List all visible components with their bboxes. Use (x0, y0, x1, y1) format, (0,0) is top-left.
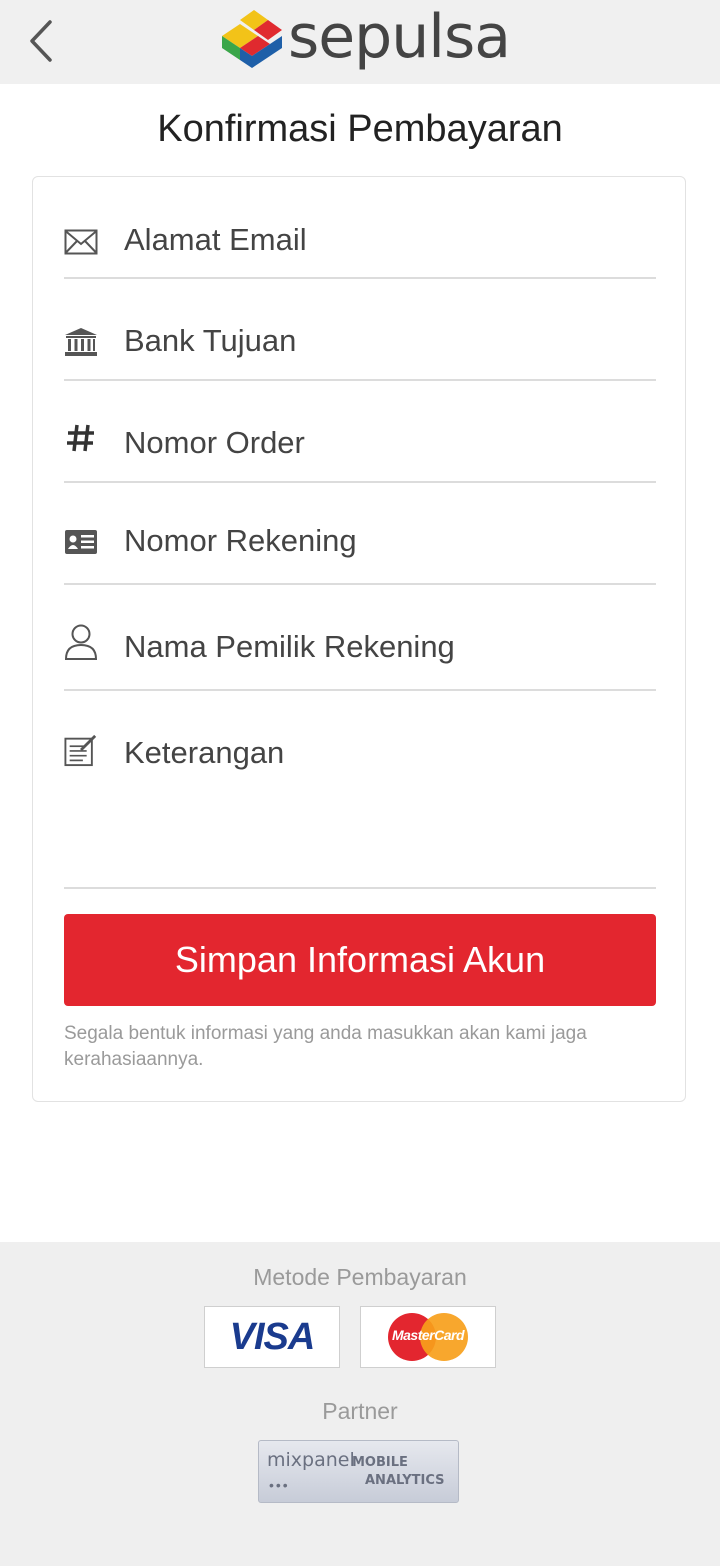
top-bar: sepulsa (0, 0, 720, 84)
visa-logo-text: VISA (229, 1315, 316, 1358)
save-account-info-button[interactable]: Simpan Informasi Akun (64, 914, 656, 1006)
back-button[interactable] (22, 16, 62, 66)
bank-placeholder: Bank Tujuan (124, 323, 297, 358)
account-number-field[interactable]: Nomor Rekening (64, 483, 656, 585)
notes-placeholder: Keterangan (124, 735, 285, 770)
mixpanel-tagline-1: MOBILE (352, 1455, 408, 1470)
mixpanel-tagline-2: ANALYTICS (365, 1473, 445, 1488)
account-holder-field[interactable]: Nama Pemilik Rekening (64, 585, 656, 691)
account-number-placeholder: Nomor Rekening (124, 523, 357, 558)
page-title: Konfirmasi Pembayaran (157, 108, 563, 150)
hash-icon (64, 421, 98, 455)
privacy-note: Segala bentuk informasi yang anda masukk… (64, 1023, 587, 1070)
partner-heading: Partner (322, 1398, 398, 1424)
id-card-icon (64, 525, 98, 559)
mastercard-logo-text: MasterCard (391, 1327, 465, 1343)
mixpanel-badge[interactable]: mixpanel ••• MOBILE ANALYTICS (258, 1440, 459, 1503)
mixpanel-dots-icon: ••• (269, 1477, 290, 1493)
account-holder-placeholder: Nama Pemilik Rekening (124, 629, 455, 664)
envelope-icon (64, 225, 98, 259)
logo-wordmark: sepulsa (288, 2, 511, 72)
sepulsa-logo[interactable]: sepulsa (218, 2, 511, 78)
mastercard-logo: MasterCard (388, 1313, 468, 1361)
bank-field[interactable]: Bank Tujuan (64, 279, 656, 381)
logo-mark-icon (222, 10, 282, 68)
chevron-left-icon (30, 20, 52, 62)
user-icon (64, 624, 98, 660)
visa-badge: VISA (204, 1306, 340, 1368)
order-number-field[interactable]: Nomor Order (64, 381, 656, 483)
note-edit-icon (64, 733, 98, 767)
mixpanel-name: mixpanel (267, 1449, 355, 1471)
footer: Metode Pembayaran VISA MasterCard Partne… (0, 1242, 720, 1566)
confirmation-form-card: Alamat Email Bank Tujuan Nomor Order Nom… (32, 176, 686, 1102)
bank-icon (64, 325, 98, 359)
payment-methods-heading: Metode Pembayaran (253, 1264, 467, 1290)
notes-field[interactable]: Keterangan (64, 691, 656, 889)
email-placeholder: Alamat Email (124, 222, 307, 257)
order-number-placeholder: Nomor Order (124, 425, 305, 460)
email-field[interactable]: Alamat Email (64, 205, 656, 279)
mastercard-badge: MasterCard (360, 1306, 496, 1368)
